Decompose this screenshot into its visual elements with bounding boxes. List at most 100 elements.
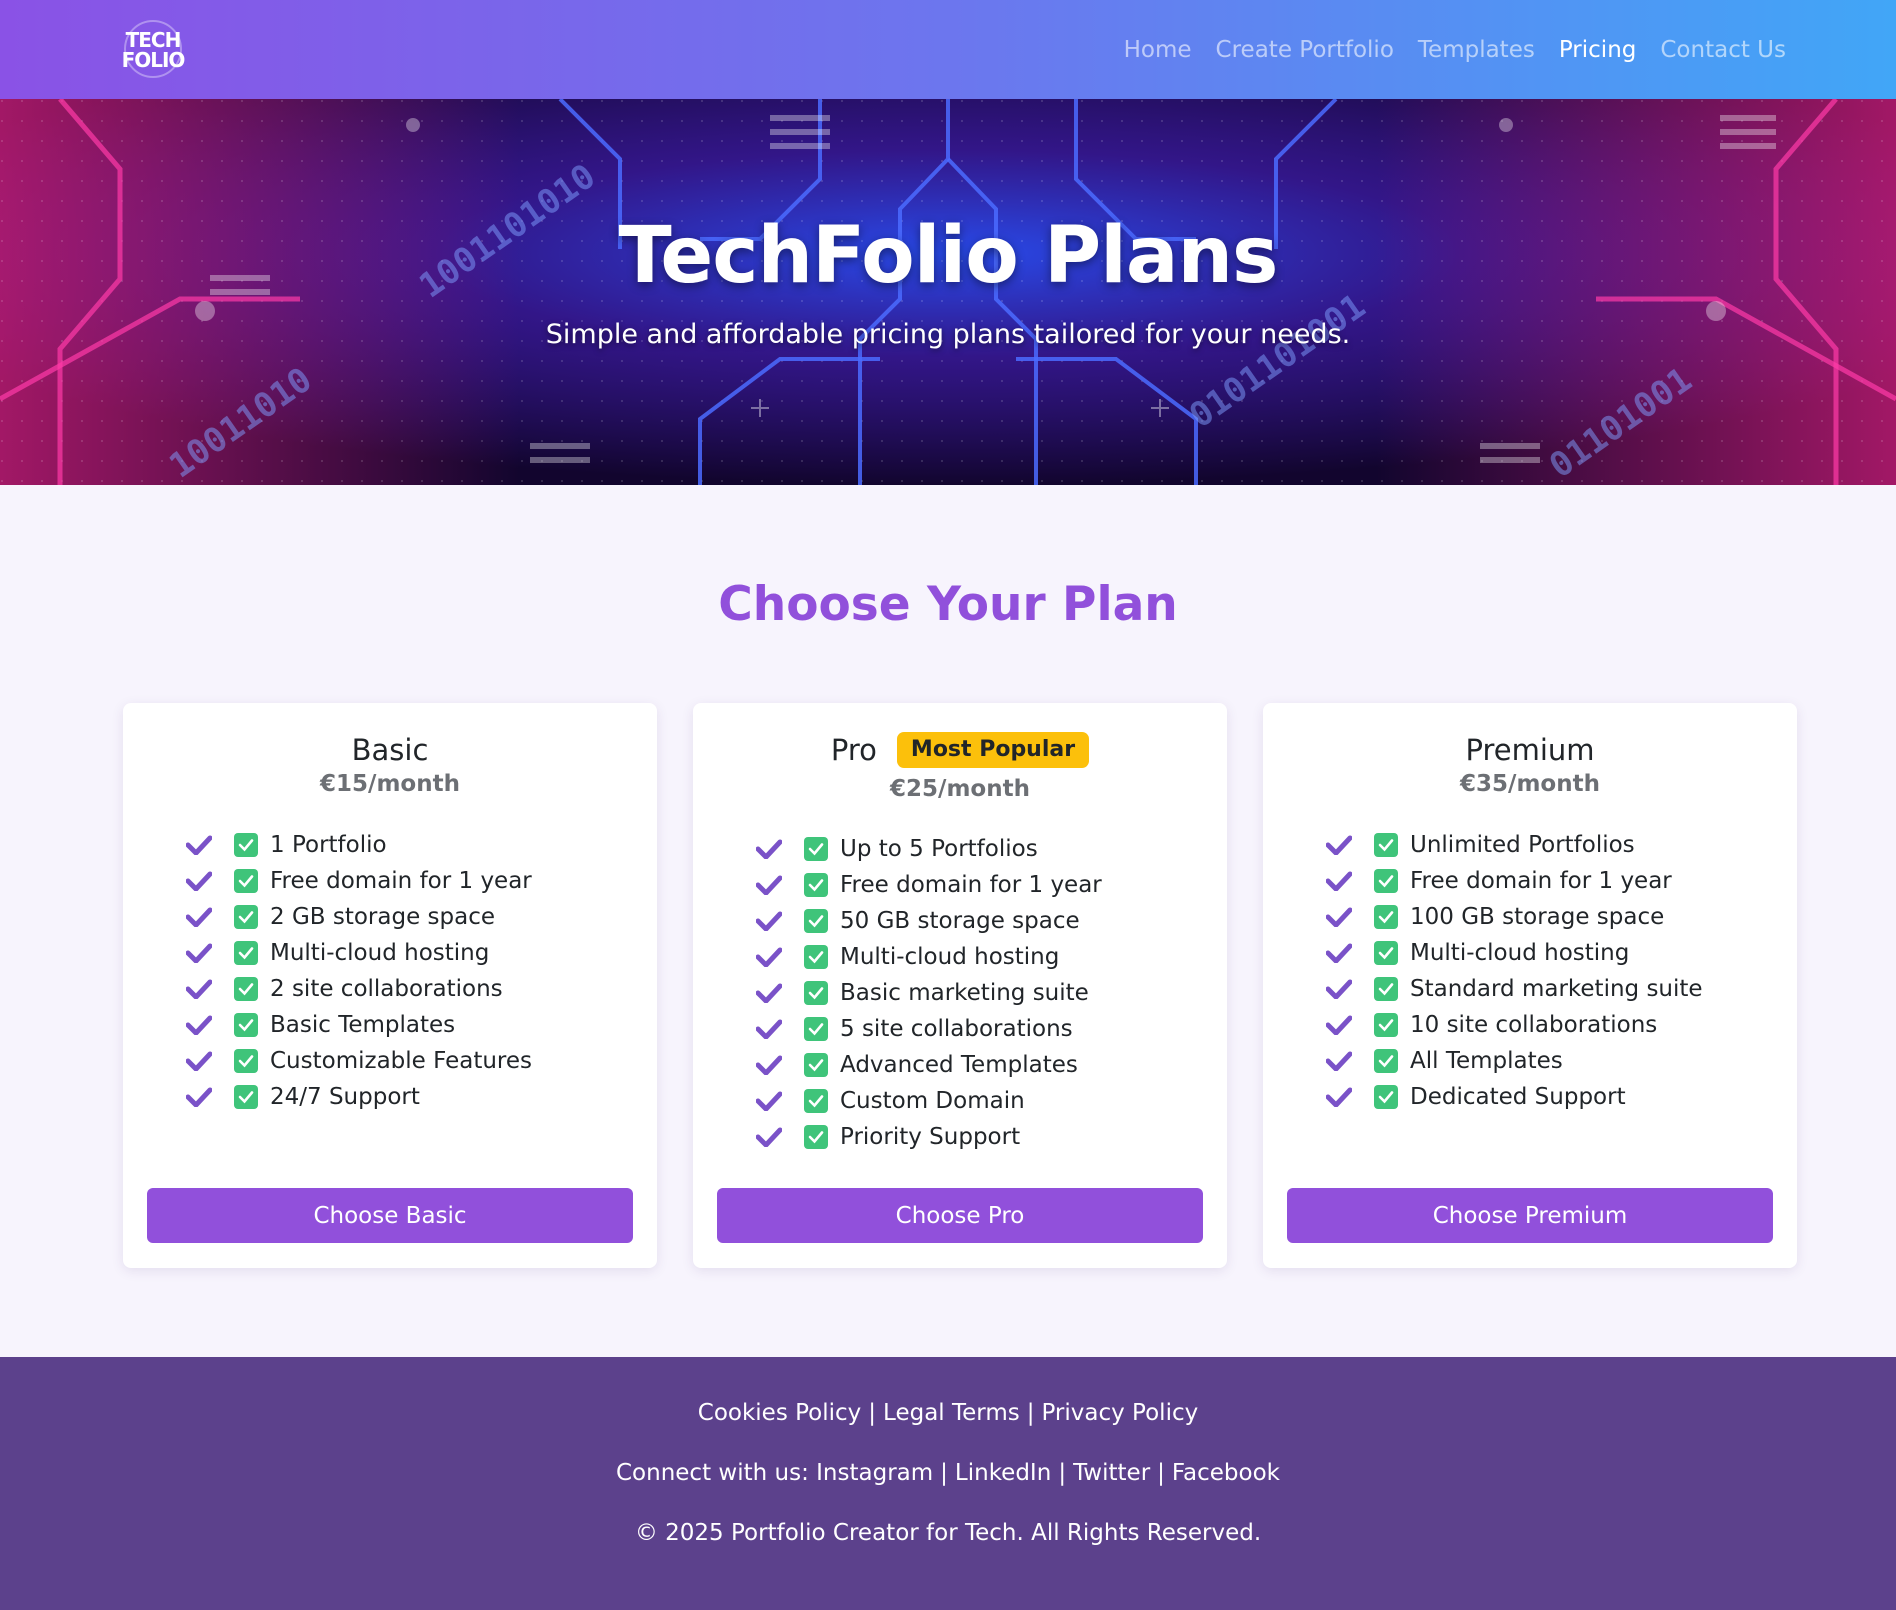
green-check-box-icon bbox=[234, 941, 258, 965]
link-separator: | bbox=[1157, 1460, 1165, 1486]
green-check-box-icon bbox=[804, 837, 828, 861]
feature-item: Free domain for 1 year bbox=[1326, 863, 1703, 899]
hero-banner: 1001101010 0101101001 10011010 01101001 … bbox=[0, 99, 1896, 485]
feature-text: Multi-cloud hosting bbox=[270, 940, 490, 966]
feature-item: Custom Domain bbox=[756, 1083, 1102, 1119]
feature-item: 2 site collaborations bbox=[186, 971, 532, 1007]
nav-link-templates[interactable]: Templates bbox=[1418, 37, 1535, 63]
purple-checkmark-icon bbox=[1326, 1051, 1352, 1071]
footer-link-cookies-policy[interactable]: Cookies Policy bbox=[698, 1400, 862, 1426]
green-check-box-icon bbox=[804, 1017, 828, 1041]
footer-link-privacy-policy[interactable]: Privacy Policy bbox=[1041, 1400, 1198, 1426]
green-check-box-icon bbox=[1374, 1013, 1398, 1037]
purple-checkmark-icon bbox=[756, 1127, 782, 1147]
feature-text: Free domain for 1 year bbox=[840, 872, 1102, 898]
green-check-box-icon bbox=[804, 1125, 828, 1149]
footer-link-instagram[interactable]: Instagram bbox=[816, 1460, 933, 1486]
hero-subtitle: Simple and affordable pricing plans tail… bbox=[545, 319, 1351, 350]
purple-checkmark-icon bbox=[756, 983, 782, 1003]
purple-checkmark-icon bbox=[756, 875, 782, 895]
feature-text: 2 site collaborations bbox=[270, 976, 503, 1002]
green-check-box-icon bbox=[234, 977, 258, 1001]
feature-item: Dedicated Support bbox=[1326, 1079, 1703, 1115]
logo-text-top: TECH bbox=[125, 28, 182, 52]
nav-link-contact-us[interactable]: Contact Us bbox=[1660, 37, 1786, 63]
green-check-box-icon bbox=[804, 909, 828, 933]
green-check-box-icon bbox=[234, 1049, 258, 1073]
purple-checkmark-icon bbox=[756, 1055, 782, 1075]
green-check-box-icon bbox=[1374, 941, 1398, 965]
page-footer: Cookies Policy | Legal Terms | Privacy Polic… bbox=[0, 1357, 1896, 1610]
purple-checkmark-icon bbox=[756, 1019, 782, 1039]
feature-item: All Templates bbox=[1326, 1043, 1703, 1079]
plan-card-basic: Basic €15/month 1 Portfolio Free domain f… bbox=[123, 703, 657, 1268]
feature-item: Standard marketing suite bbox=[1326, 971, 1703, 1007]
feature-item: Basic Templates bbox=[186, 1007, 532, 1043]
footer-social-links: Connect with us: Instagram | LinkedIn | Twit… bbox=[0, 1457, 1896, 1489]
footer-link-legal-terms[interactable]: Legal Terms bbox=[883, 1400, 1020, 1426]
feature-item: Basic marketing suite bbox=[756, 975, 1102, 1011]
feature-text: 24/7 Support bbox=[270, 1084, 420, 1110]
feature-item: 10 site collaborations bbox=[1326, 1007, 1703, 1043]
purple-checkmark-icon bbox=[186, 835, 212, 855]
plan-header: Pro Most Popular bbox=[693, 729, 1227, 771]
plan-name: Pro bbox=[830, 733, 877, 767]
techfolio-logo[interactable]: TECH FOLIO bbox=[118, 18, 188, 82]
plans-section-title: Choose Your Plan bbox=[718, 577, 1178, 632]
feature-text: 5 site collaborations bbox=[840, 1016, 1073, 1042]
purple-checkmark-icon bbox=[1326, 1087, 1352, 1107]
purple-checkmark-icon bbox=[1326, 835, 1352, 855]
plan-card-premium: Premium €35/month Unlimited Portfolios Fr… bbox=[1263, 703, 1797, 1268]
feature-item: Customizable Features bbox=[186, 1043, 532, 1079]
nav-link-home[interactable]: Home bbox=[1124, 37, 1192, 63]
feature-text: Free domain for 1 year bbox=[270, 868, 532, 894]
footer-link-facebook[interactable]: Facebook bbox=[1172, 1460, 1280, 1486]
purple-checkmark-icon bbox=[186, 979, 212, 999]
plan-header: Premium bbox=[1263, 729, 1797, 771]
nav-link-pricing[interactable]: Pricing bbox=[1559, 37, 1637, 63]
hero-title: TechFolio Plans bbox=[618, 211, 1279, 301]
green-check-box-icon bbox=[804, 873, 828, 897]
feature-item: Multi-cloud hosting bbox=[186, 935, 532, 971]
green-check-box-icon bbox=[234, 1085, 258, 1109]
feature-text: Advanced Templates bbox=[840, 1052, 1078, 1078]
purple-checkmark-icon bbox=[186, 1015, 212, 1035]
purple-checkmark-icon bbox=[186, 1087, 212, 1107]
purple-checkmark-icon bbox=[1326, 979, 1352, 999]
feature-list: Up to 5 Portfolios Free domain for 1 year… bbox=[756, 831, 1102, 1155]
purple-checkmark-icon bbox=[1326, 871, 1352, 891]
feature-text: Basic Templates bbox=[270, 1012, 456, 1038]
green-check-box-icon bbox=[1374, 977, 1398, 1001]
purple-checkmark-icon bbox=[186, 943, 212, 963]
footer-link-twitter[interactable]: Twitter bbox=[1073, 1460, 1150, 1486]
footer-link-linkedin[interactable]: LinkedIn bbox=[955, 1460, 1051, 1486]
green-check-box-icon bbox=[234, 1013, 258, 1037]
feature-item: 24/7 Support bbox=[186, 1079, 532, 1115]
green-check-box-icon bbox=[1374, 869, 1398, 893]
feature-item: Advanced Templates bbox=[756, 1047, 1102, 1083]
green-check-box-icon bbox=[1374, 1085, 1398, 1109]
feature-text: Customizable Features bbox=[270, 1048, 533, 1074]
choose-pro-button[interactable]: Choose Pro bbox=[717, 1188, 1203, 1243]
green-check-box-icon bbox=[1374, 905, 1398, 929]
green-check-box-icon bbox=[804, 945, 828, 969]
purple-checkmark-icon bbox=[1326, 1015, 1352, 1035]
plan-price: €15/month bbox=[320, 771, 460, 797]
choose-basic-button[interactable]: Choose Basic bbox=[147, 1188, 633, 1243]
feature-text: Custom Domain bbox=[840, 1088, 1025, 1114]
feature-text: Dedicated Support bbox=[1410, 1084, 1626, 1110]
feature-item: 2 GB storage space bbox=[186, 899, 532, 935]
top-navbar: TECH FOLIO Home Create Portfolio Templat… bbox=[0, 0, 1896, 99]
nav-link-create-portfolio[interactable]: Create Portfolio bbox=[1216, 37, 1394, 63]
main-nav: Home Create Portfolio Templates Pricing … bbox=[1124, 0, 1786, 99]
feature-item: 100 GB storage space bbox=[1326, 899, 1703, 935]
link-separator: | bbox=[868, 1400, 877, 1426]
choose-premium-button[interactable]: Choose Premium bbox=[1287, 1188, 1773, 1243]
feature-text: Priority Support bbox=[840, 1124, 1021, 1150]
feature-text: 1 Portfolio bbox=[270, 832, 387, 858]
feature-text: Basic marketing suite bbox=[840, 980, 1089, 1006]
feature-item: 1 Portfolio bbox=[186, 827, 532, 863]
link-separator: | bbox=[1026, 1400, 1035, 1426]
purple-checkmark-icon bbox=[756, 911, 782, 931]
green-check-box-icon bbox=[234, 833, 258, 857]
